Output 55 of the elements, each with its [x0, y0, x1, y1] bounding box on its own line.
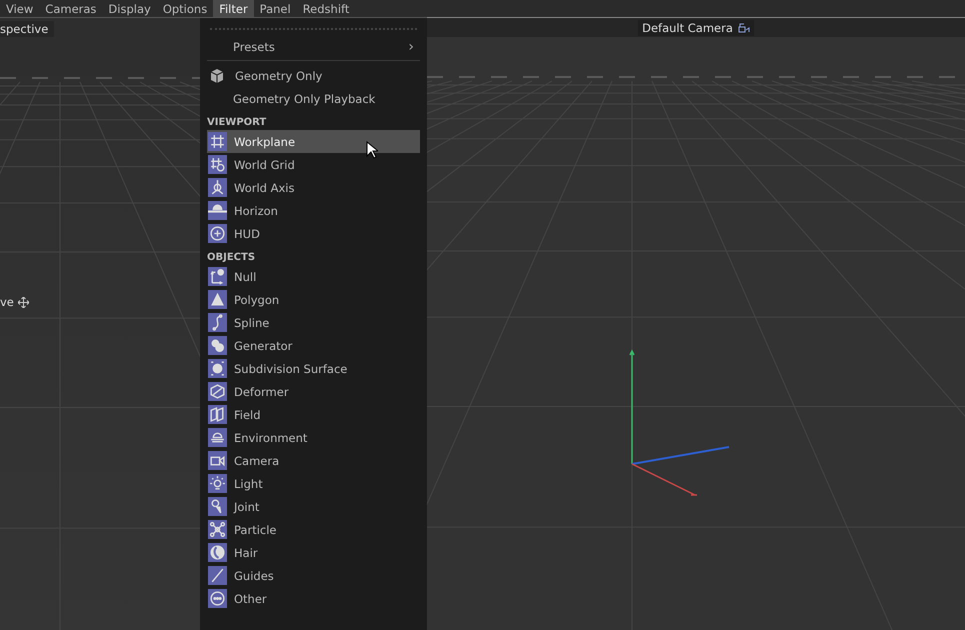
menu-entry[interactable]: Geometry Only Playback [207, 87, 420, 110]
menu-entry[interactable]: Environment [207, 426, 420, 449]
menu-entry[interactable]: HUD [207, 222, 420, 245]
menu-entry[interactable]: World Grid [207, 153, 420, 176]
menu-item[interactable]: Options [156, 0, 214, 17]
menu-item[interactable]: Redshift [296, 0, 356, 17]
menu-entry[interactable]: Particle [207, 518, 420, 541]
chevron-icon: › [408, 38, 414, 54]
sphere-icon [208, 359, 227, 378]
nodes-icon [208, 520, 227, 539]
curve-icon [208, 313, 227, 332]
tool-label: ve [0, 295, 14, 309]
menu-item[interactable]: View [0, 0, 40, 17]
menu-entry[interactable]: Subdivision Surface [207, 357, 420, 380]
horizon-icon [208, 201, 227, 220]
menu-entry[interactable]: Null [207, 265, 420, 288]
menu-entry[interactable]: Camera [207, 449, 420, 472]
menu-entry[interactable]: Joint [207, 495, 420, 518]
null-object-icon [208, 267, 227, 286]
menu-entry[interactable]: Other [207, 587, 420, 610]
section-header: OBJECTS [207, 251, 256, 265]
menu-item[interactable]: Display [102, 0, 157, 17]
menu-entry[interactable]: World Axis [207, 176, 420, 199]
dome-icon [208, 428, 227, 447]
menu-item[interactable]: Panel [254, 0, 297, 17]
light-bulb-icon [208, 474, 227, 493]
menu-item[interactable]: Cameras [39, 0, 102, 17]
menu-entry[interactable]: Generator [207, 334, 420, 357]
grid-globe-icon [208, 155, 227, 174]
menu-entry[interactable]: Polygon [207, 288, 420, 311]
blob-icon [208, 336, 227, 355]
dots-circle-icon [208, 589, 227, 608]
hexagon-icon [208, 382, 227, 401]
pin-icon [208, 497, 227, 516]
menu-entry[interactable]: Horizon [207, 199, 420, 222]
panels-icon [208, 405, 227, 424]
menu-entry[interactable]: Hair [207, 541, 420, 564]
menu-entry[interactable]: Presets › [207, 35, 420, 58]
menu-entry[interactable]: Light [207, 472, 420, 495]
camera-icon [738, 22, 750, 32]
move-icon [18, 296, 29, 308]
crescent-icon [208, 543, 227, 562]
menu-entry[interactable]: Guides [207, 564, 420, 587]
plus-circle-icon [208, 224, 227, 243]
mouse-pointer-icon [366, 140, 378, 158]
menu-entry[interactable]: Geometry Only [207, 64, 420, 87]
camera-icon [208, 451, 227, 470]
menu-entry[interactable]: Field [207, 403, 420, 426]
axis-icon [208, 178, 227, 197]
viewport-title[interactable]: spective [0, 21, 54, 37]
menu-entry[interactable]: Spline [207, 311, 420, 334]
hash-grid-icon [208, 132, 227, 151]
section-header: VIEWPORT [207, 116, 268, 130]
menu-item[interactable]: Filter [213, 0, 254, 17]
menu-entry[interactable]: Deformer [207, 380, 420, 403]
